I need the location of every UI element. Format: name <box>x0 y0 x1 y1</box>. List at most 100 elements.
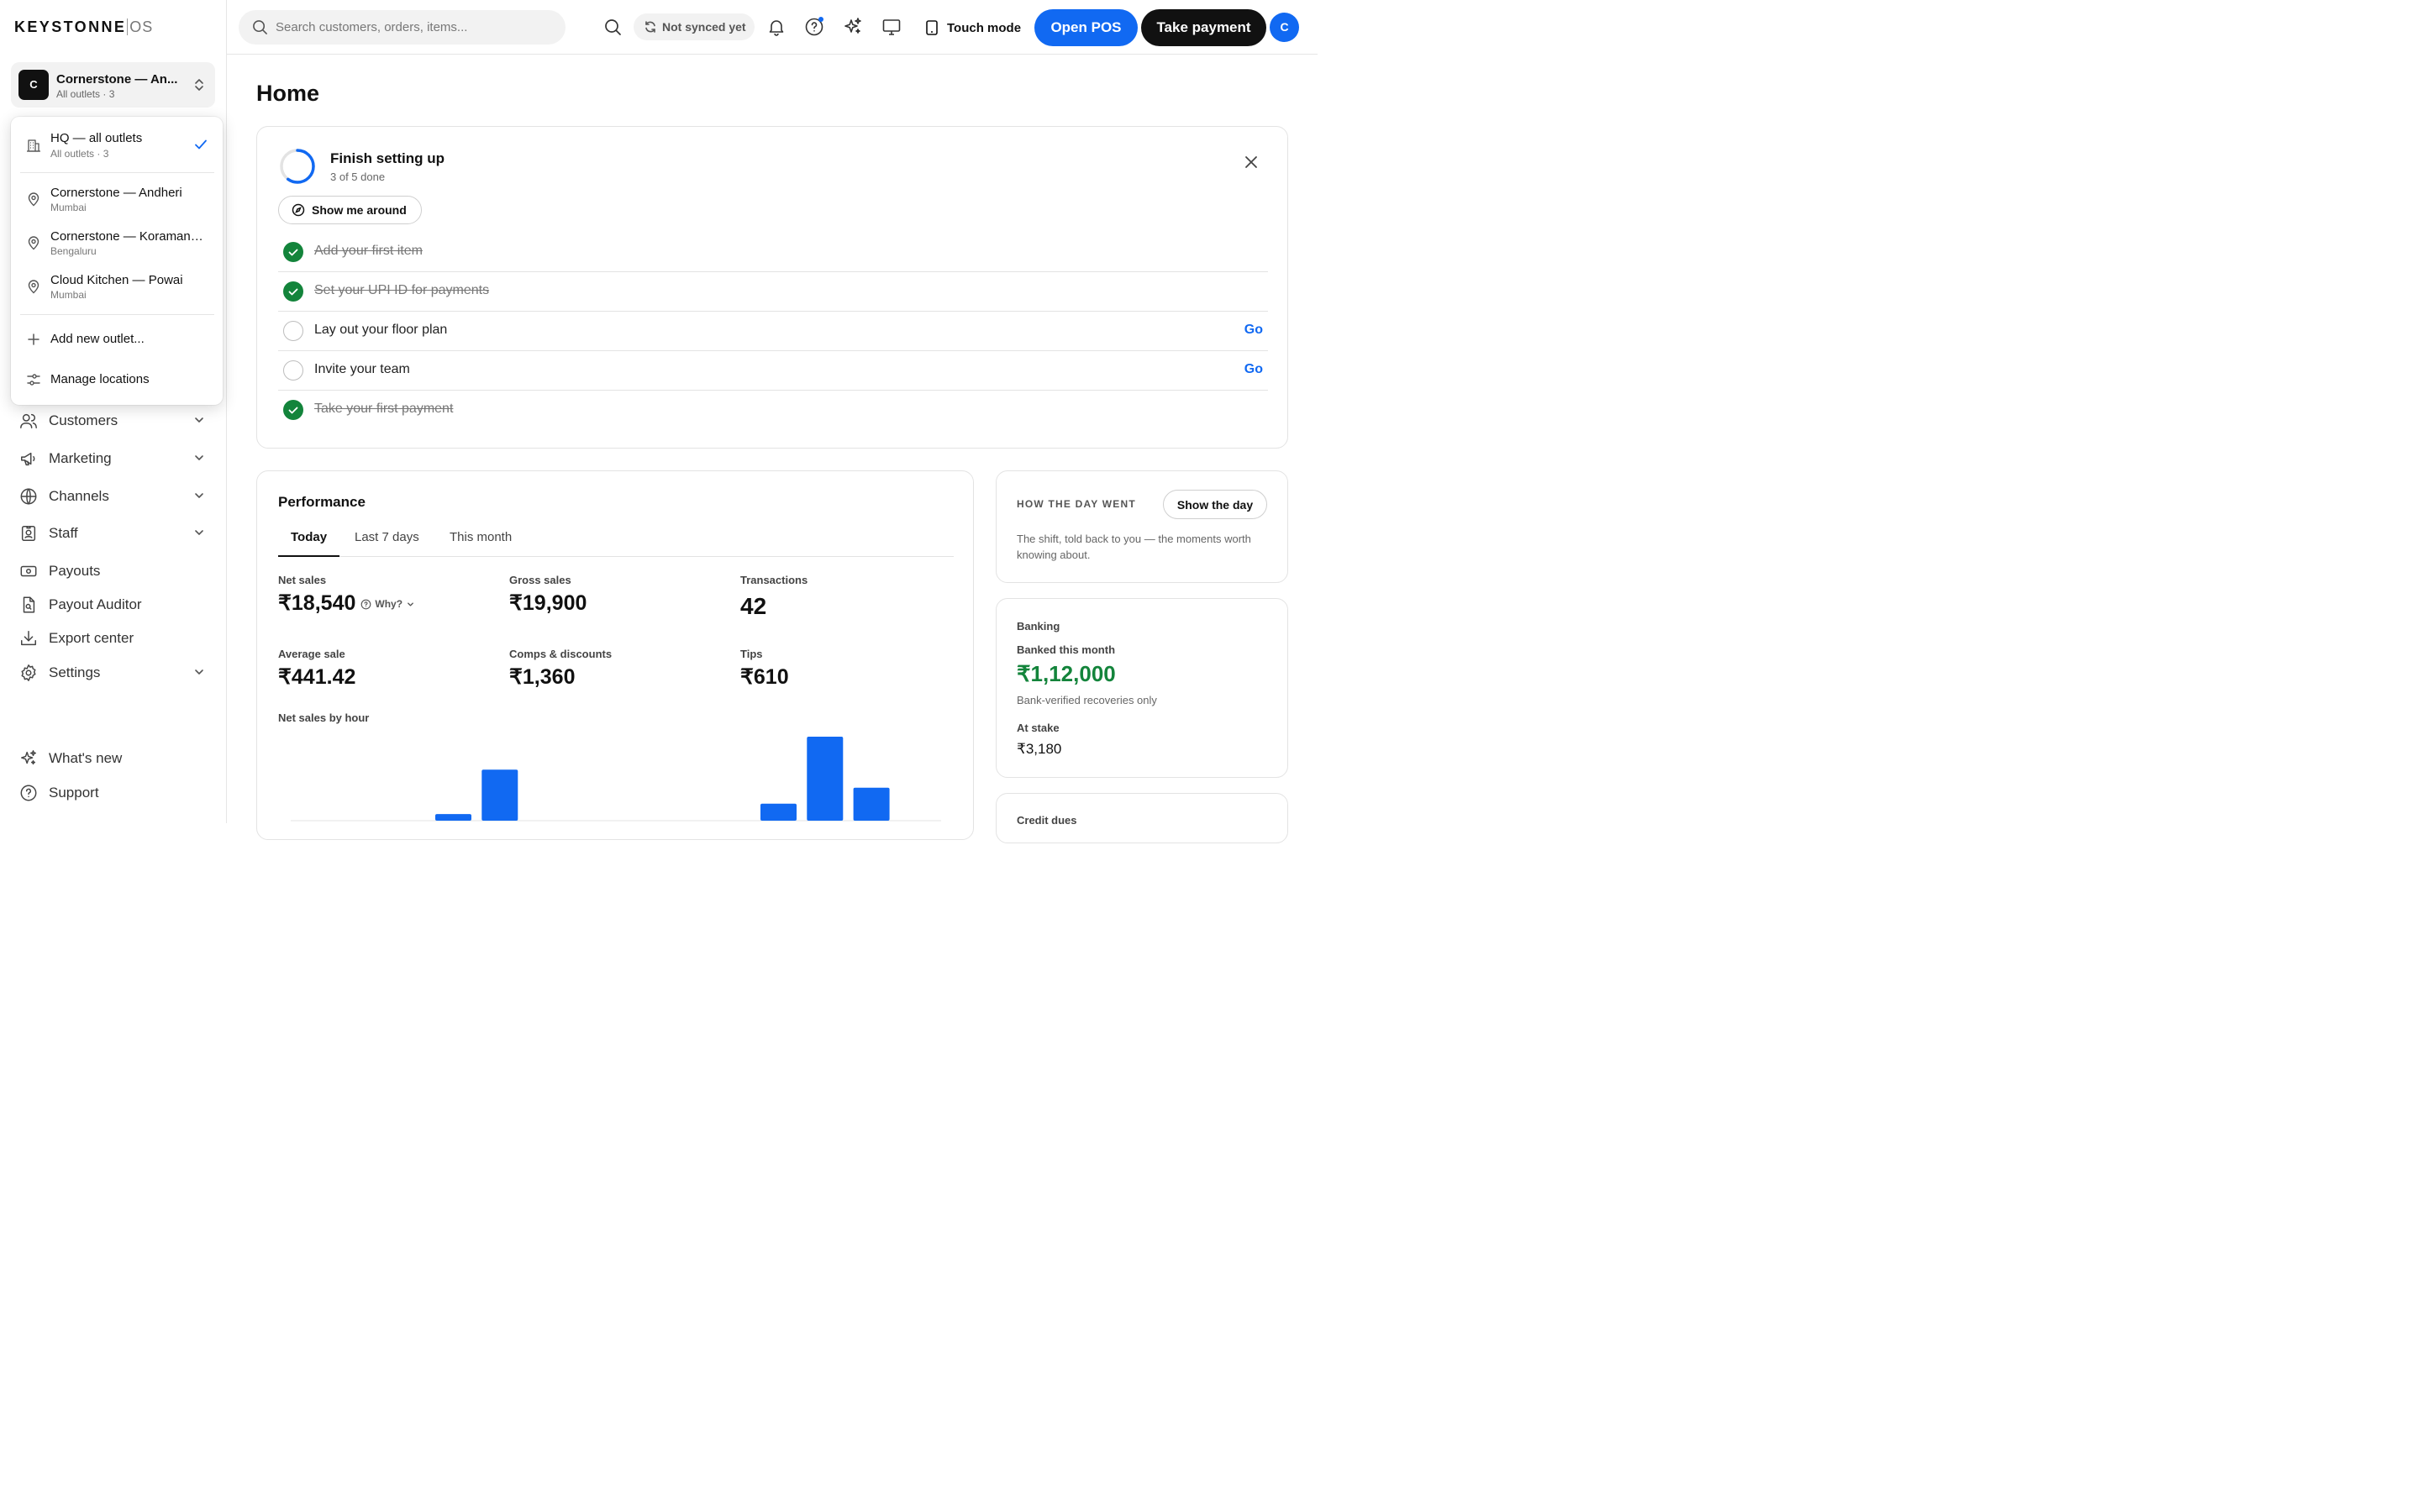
setup-task[interactable]: Take your first payment <box>278 391 1268 430</box>
credit-dues-card: Credit dues <box>996 793 1288 843</box>
setup-task[interactable]: Lay out your floor plan Go <box>278 312 1268 351</box>
chart-bar[interactable] <box>481 769 518 821</box>
sidebar-item-support[interactable]: Support <box>18 780 212 806</box>
tab-last-7-days[interactable]: Last 7 days <box>355 530 419 544</box>
sidebar-item-label: Export center <box>49 630 134 646</box>
add-outlet-button[interactable]: Add new outlet... <box>11 322 223 357</box>
sidebar-item-export-center[interactable]: Export center <box>18 625 212 652</box>
manage-locations-button[interactable]: Manage locations <box>11 362 223 397</box>
setup-task-label: Add your first item <box>314 244 423 258</box>
app-logo[interactable]: KEYSTONNE OS <box>14 18 154 36</box>
tab-this-month[interactable]: This month <box>450 530 512 544</box>
search-input[interactable] <box>276 10 553 45</box>
setup-task[interactable]: Set your UPI ID for payments <box>278 272 1268 312</box>
take-payment-button[interactable]: Take payment <box>1141 9 1266 46</box>
check-circle-icon <box>283 242 303 262</box>
help-button[interactable] <box>804 17 826 37</box>
sidebar-item-label: Payout Auditor <box>49 596 142 612</box>
sidebar-item-customers[interactable]: Customers <box>18 407 212 434</box>
touch-mode-toggle[interactable]: Touch mode <box>923 18 1021 38</box>
logo-text: KEYSTONNE <box>14 18 127 35</box>
chart-bar[interactable] <box>760 803 797 821</box>
show-the-day-button[interactable]: Show the day <box>1163 490 1267 519</box>
sidebar-item-label: Channels <box>49 488 109 504</box>
sidebar-item-payouts[interactable]: Payouts <box>18 558 212 585</box>
setup-progress-ring <box>280 149 315 184</box>
empty-circle-icon[interactable] <box>283 321 303 341</box>
sidebar-item-staff[interactable]: Staff <box>18 520 212 547</box>
sidebar-item-marketing[interactable]: Marketing <box>18 445 212 472</box>
performance-tabs: Today Last 7 days This month <box>278 525 954 557</box>
banked-label: Banked this month <box>1017 643 1116 656</box>
sparkles-icon[interactable] <box>843 17 863 37</box>
check-circle-icon <box>283 400 303 420</box>
metric-value: ₹1,360 <box>509 665 576 689</box>
empty-circle-icon[interactable] <box>283 360 303 381</box>
open-pos-button[interactable]: Open POS <box>1034 9 1138 46</box>
outlet-option-powai[interactable]: Cloud Kitchen — Powai Mumbai <box>11 266 223 308</box>
close-icon[interactable] <box>1244 155 1258 169</box>
search-bar[interactable] <box>239 10 566 45</box>
outlet-sub: Mumbai <box>50 202 87 213</box>
outlet-option-koramangala[interactable]: Cornerstone — Koramangala Bengaluru <box>11 223 223 265</box>
go-link[interactable]: Go <box>1244 362 1263 377</box>
show-me-around-label: Show me around <box>312 203 407 217</box>
monitor-icon[interactable] <box>881 17 902 37</box>
outlet-title: HQ — all outlets <box>50 131 143 145</box>
metric-label: Gross sales <box>509 574 571 586</box>
search-icon[interactable] <box>602 17 623 37</box>
sidebar-item-channels[interactable]: Channels <box>18 483 212 510</box>
setup-title: Finish setting up <box>330 150 445 166</box>
sidebar-item-label: Settings <box>49 664 101 680</box>
notification-dot <box>818 17 823 22</box>
sidebar-item-label: Staff <box>49 525 78 541</box>
chart-bar[interactable] <box>807 737 844 821</box>
setup-task[interactable]: Add your first item <box>278 233 1268 272</box>
metric-label: Comps & discounts <box>509 648 613 660</box>
outlet-option-andheri[interactable]: Cornerstone — Andheri Mumbai <box>11 179 223 221</box>
banknote-icon <box>18 561 39 581</box>
metric-value: ₹18,540 Why? <box>278 591 415 616</box>
sidebar-item-whats-new[interactable]: What's new <box>18 745 212 772</box>
banked-note: Bank-verified recoveries only <box>1017 694 1157 706</box>
map-pin-icon <box>28 280 39 294</box>
chevron-down-icon <box>408 602 413 606</box>
chart-bar[interactable] <box>435 814 471 821</box>
metric-value: 42 <box>740 593 767 619</box>
chevron-down-icon <box>195 417 203 423</box>
setup-task[interactable]: Invite your team Go <box>278 351 1268 391</box>
building-icon <box>27 139 40 152</box>
metric-label: Transactions <box>740 574 808 586</box>
file-search-icon <box>18 595 39 615</box>
outlet-option-hq[interactable]: HQ — all outlets All outlets · 3 <box>11 117 223 172</box>
why-label: Why? <box>375 598 403 611</box>
tab-today[interactable]: Today <box>291 530 327 544</box>
active-tab-indicator <box>278 555 339 557</box>
help-circle-icon <box>18 783 39 803</box>
outlet-title: Cornerstone — Koramangala <box>50 229 208 244</box>
sidebar-item-settings[interactable]: Settings <box>18 659 212 686</box>
outlet-sub: Bengaluru <box>50 245 97 257</box>
chevron-up-down-icon <box>195 79 203 91</box>
map-pin-icon <box>28 192 39 207</box>
org-switcher[interactable]: C Cornerstone — An... All outlets · 3 <box>11 62 215 108</box>
sync-status[interactable]: Not synced yet <box>634 13 755 40</box>
check-icon <box>195 139 207 150</box>
bell-icon[interactable] <box>766 17 786 37</box>
setup-progress-text: 3 of 5 done <box>330 171 386 183</box>
help-circle-icon <box>361 599 371 610</box>
user-avatar[interactable]: C <box>1270 13 1299 42</box>
divider <box>20 172 214 173</box>
compass-icon <box>292 203 305 217</box>
show-me-around-button[interactable]: Show me around <box>278 196 422 224</box>
chart-bar[interactable] <box>853 787 890 821</box>
metric-average-sale: Average sale ₹441.42 <box>278 648 355 690</box>
metric-net-sales: Net sales ₹18,540 Why? <box>278 574 415 616</box>
sidebar-item-payout-auditor[interactable]: Payout Auditor <box>18 591 212 618</box>
why-button[interactable]: Why? <box>360 598 415 610</box>
chevron-down-icon <box>195 669 203 675</box>
org-sub: All outlets · 3 <box>56 88 115 100</box>
go-link[interactable]: Go <box>1244 323 1263 338</box>
logo-suffix: OS <box>127 18 154 35</box>
day-summary-description: The shift, told back to you — the moment… <box>1017 533 1251 561</box>
